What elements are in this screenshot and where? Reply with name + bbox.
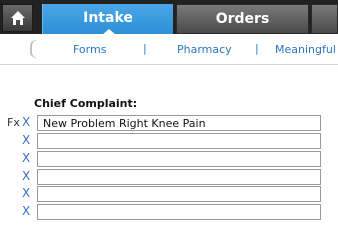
complaint-field[interactable] (37, 204, 321, 220)
complaint-row: X (0, 151, 338, 167)
tab-orders-label: Orders (215, 11, 270, 27)
complaint-row: X (0, 133, 338, 149)
subnav-left-bracket (30, 40, 36, 58)
fx-label: Fx (7, 116, 20, 129)
complaint-field[interactable] (37, 169, 321, 185)
sub-navigation: Forms | Pharmacy | Meaningful (30, 40, 338, 60)
chief-complaint-label: Chief Complaint: (34, 97, 138, 110)
home-button[interactable] (2, 4, 33, 32)
complaint-field[interactable] (37, 151, 321, 167)
section-divider (0, 64, 338, 65)
complaint-field[interactable]: New Problem Right Knee Pain (37, 115, 321, 131)
subnav-link-forms[interactable]: Forms (73, 43, 106, 56)
subnav-link-pharmacy[interactable]: Pharmacy (177, 43, 232, 56)
remove-complaint-button[interactable]: X (22, 115, 30, 129)
subnav-link-meaningful[interactable]: Meaningful (275, 43, 336, 56)
complaint-field[interactable] (37, 133, 321, 149)
subnav-separator: | (255, 42, 259, 55)
subnav-separator: | (143, 42, 147, 55)
complaint-row: X (0, 186, 338, 202)
tab-overflow[interactable] (311, 4, 338, 34)
complaint-row: X (0, 169, 338, 185)
complaint-field[interactable] (37, 186, 321, 202)
tab-orders[interactable]: Orders (176, 4, 309, 34)
active-tab-indicator (102, 29, 116, 35)
remove-complaint-button[interactable]: X (22, 204, 30, 218)
remove-complaint-button[interactable]: X (22, 169, 30, 183)
remove-complaint-button[interactable]: X (22, 151, 30, 165)
complaint-row: Fx X New Problem Right Knee Pain (0, 115, 338, 131)
remove-complaint-button[interactable]: X (22, 133, 30, 147)
tab-intake-label: Intake (83, 10, 133, 26)
remove-complaint-button[interactable]: X (22, 186, 30, 200)
complaint-row: X (0, 204, 338, 220)
tab-intake[interactable]: Intake (42, 4, 173, 35)
top-tab-bar: Intake Orders (0, 0, 338, 35)
